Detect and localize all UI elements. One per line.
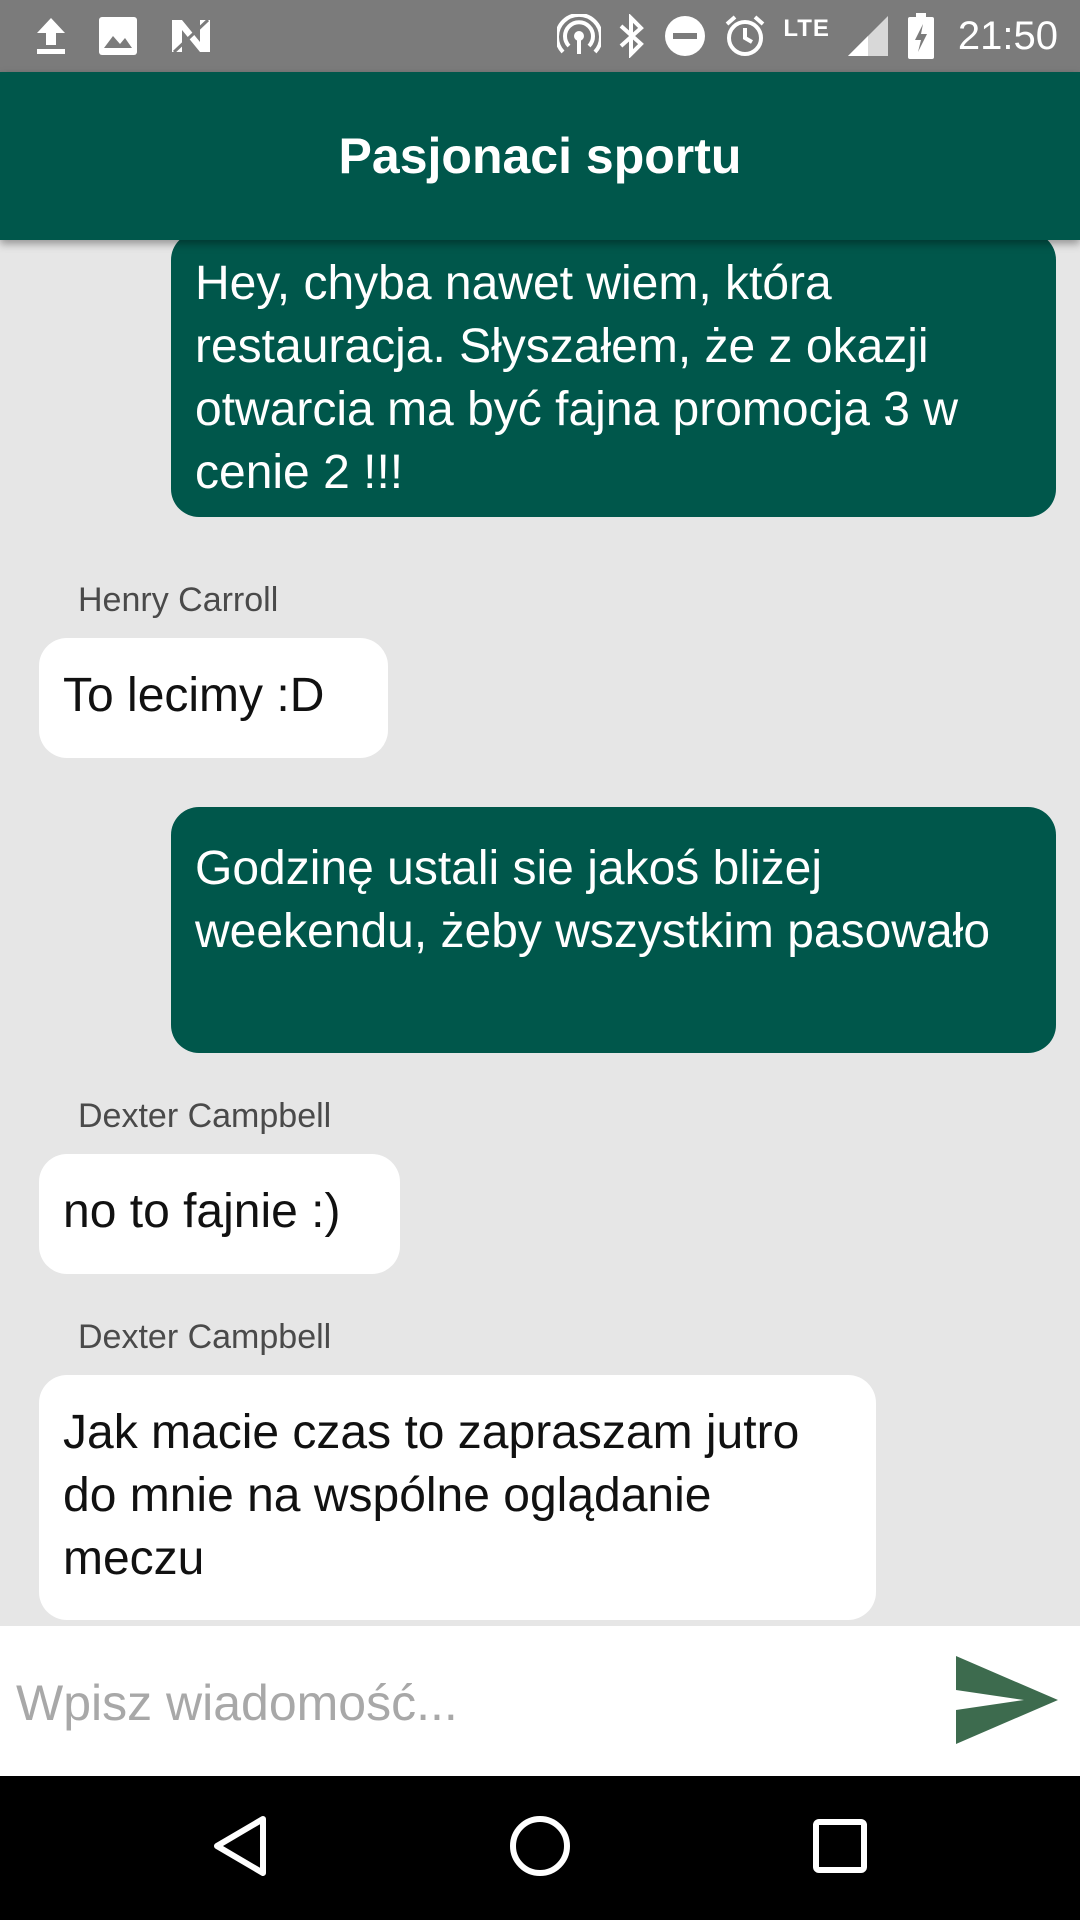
battery-charging-icon <box>906 12 936 60</box>
message-bubble-incoming[interactable]: no to fajnie :) <box>39 1154 400 1274</box>
signal-icon <box>846 14 890 58</box>
message-bubble-incoming[interactable]: To lecimy :D <box>39 638 388 758</box>
message-text: To lecimy :D <box>63 669 325 722</box>
app-n-icon <box>168 16 214 56</box>
send-button[interactable] <box>950 1654 1062 1751</box>
bluetooth-icon <box>617 14 647 58</box>
message-bubble-outgoing[interactable]: Godzinę ustali sie jakoś bliżej weekendu… <box>171 807 1056 1053</box>
recents-icon <box>813 1818 867 1878</box>
do-not-disturb-icon <box>663 14 707 58</box>
status-icons-left <box>34 14 244 58</box>
hotspot-icon <box>557 14 602 58</box>
message-text: Hey, chyba nawet wiem, która restauracja… <box>195 257 958 499</box>
navigation-bar <box>0 1776 1080 1920</box>
message-text: Godzinę ustali sie jakoś bliżej weekendu… <box>195 842 991 958</box>
image-icon <box>98 16 138 56</box>
message-sender: Dexter Campbell <box>78 1318 332 1356</box>
message-bubble-outgoing[interactable]: Hey, chyba nawet wiem, która restauracja… <box>171 240 1056 517</box>
send-icon <box>952 1654 1060 1751</box>
home-button[interactable] <box>500 1808 580 1888</box>
back-icon <box>211 1815 269 1882</box>
message-composer <box>0 1626 1080 1776</box>
network-type: LTE <box>783 15 830 42</box>
recents-button[interactable] <box>800 1808 880 1888</box>
alarm-icon <box>723 14 767 58</box>
app-bar: Pasjonaci sportu <box>0 72 1080 240</box>
message-sender: Henry Carroll <box>78 581 279 619</box>
status-bar: LTE 21:50 <box>0 0 1080 72</box>
status-icons-right: LTE 21:50 <box>541 10 1058 62</box>
message-list[interactable]: Hey, chyba nawet wiem, która restauracja… <box>0 240 1080 1626</box>
message-input[interactable] <box>14 1662 918 1744</box>
back-button[interactable] <box>200 1808 280 1888</box>
status-time: 21:50 <box>957 13 1058 58</box>
message-sender: Dexter Campbell <box>78 1097 332 1135</box>
message-text: no to fajnie :) <box>63 1185 341 1238</box>
message-bubble-incoming[interactable]: Jak macie czas to zapraszam jutro do mni… <box>39 1375 876 1620</box>
message-text: Jak macie czas to zapraszam jutro do mni… <box>63 1406 800 1585</box>
chat-title: Pasjonaci sportu <box>338 128 742 184</box>
home-icon <box>509 1815 571 1882</box>
upload-icon <box>34 16 68 56</box>
